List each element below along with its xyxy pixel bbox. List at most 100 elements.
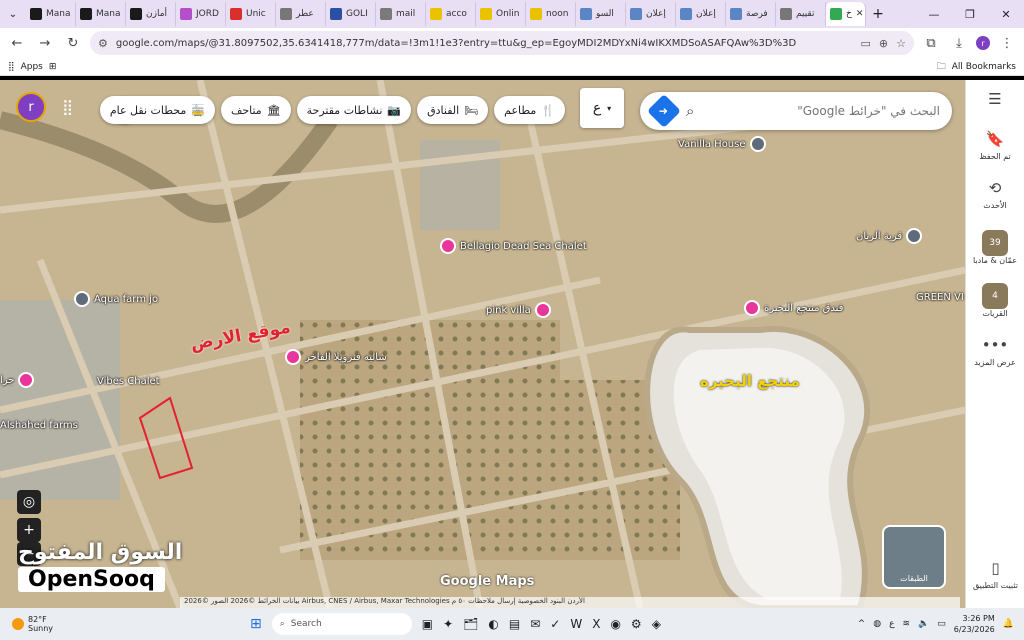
new-tab-button[interactable]: + [866, 6, 890, 22]
language-indicator[interactable]: ع [889, 619, 894, 629]
wifi-icon[interactable]: ≋ [902, 619, 910, 629]
place-jara[interactable]: جرا [0, 372, 35, 388]
volume-icon[interactable]: 🔈 [918, 619, 929, 629]
place-lake-resort-hotel[interactable]: فندق منتجع البحيرة [744, 300, 843, 316]
place-green-villa[interactable]: GREEN VI [916, 292, 964, 303]
chip-hotels[interactable]: 🛏 الفنادق [417, 96, 489, 124]
map-account-avatar[interactable]: r [16, 92, 46, 122]
place-venezuela-chalet[interactable]: شاليه فنزويلا الفاخر [285, 349, 387, 365]
file-explorer-icon[interactable]: 🗂 [463, 617, 478, 631]
chrome-icon[interactable]: ◉ [610, 617, 620, 631]
close-window-icon[interactable]: ✕ [988, 8, 1024, 21]
browser-tab[interactable]: السو [576, 2, 626, 26]
browser-tab[interactable]: إعلان [626, 2, 676, 26]
apps-grid-icon[interactable]: ⣿ [8, 62, 15, 72]
map-search-input[interactable] [704, 104, 940, 118]
browser-tab[interactable]: تقييم [776, 2, 826, 26]
browser-tab[interactable]: GOLI [326, 2, 376, 26]
apps-bookmark[interactable]: Apps [21, 62, 43, 72]
windows-start-icon[interactable]: ⊞ [250, 616, 262, 632]
browser-tab[interactable]: noon [526, 2, 576, 26]
tab-search-icon[interactable]: ⌄ [0, 0, 26, 28]
tab-list: Mana Mana أمازن JORD Unic عطر GOLI mail acco Onli… [26, 2, 866, 26]
download-icon[interactable]: ⤓ [948, 32, 970, 54]
directions-button[interactable]: ➜ [647, 94, 681, 128]
tray-overflow-icon[interactable]: ^ [858, 619, 866, 629]
clock[interactable]: 3:26 PM 6/23/2026 [954, 613, 995, 635]
tab-groups-icon[interactable]: ⊞ [49, 62, 57, 72]
browser-tab[interactable]: خ ✕ [826, 2, 866, 26]
language-dropdown[interactable]: ع ▾ [580, 88, 624, 128]
chip-transit[interactable]: 🚋 محطات نقل عام [99, 96, 215, 124]
profile-avatar[interactable]: r [976, 36, 990, 50]
site-info-icon[interactable]: ⚙ [98, 37, 108, 50]
cast-icon[interactable]: ▭ [861, 37, 871, 50]
todo-icon[interactable]: ✓ [550, 617, 560, 631]
place-pin-icon [440, 238, 456, 254]
place-bellagio-chalet[interactable]: Bellagio Dead Sea Chalet [440, 238, 587, 254]
rail-recent[interactable]: ⟲ الأحدث [966, 179, 1024, 210]
weather-widget[interactable]: 82°F Sunny [0, 615, 200, 633]
google-apps-icon[interactable]: ⣿ [62, 98, 73, 116]
store-icon[interactable]: ▤ [509, 617, 520, 631]
hamburger-icon: ☰ [988, 90, 1002, 108]
place-rayan-village[interactable]: قرية الريان [856, 228, 923, 244]
task-view-icon[interactable]: ▣ [422, 617, 433, 631]
tab-close-icon[interactable]: ✕ [856, 9, 864, 19]
back-icon[interactable]: ← [6, 32, 28, 54]
forward-icon[interactable]: → [34, 32, 56, 54]
tray-app-icon[interactable]: ◍ [873, 619, 881, 629]
place-pink-villa[interactable]: pink villa [486, 302, 551, 318]
chip-activities[interactable]: 📷 نشاطات مقترحة [296, 96, 412, 124]
rail-saved[interactable]: 🔖 تم الحفظ [966, 130, 1024, 161]
restore-icon[interactable]: ❐ [952, 8, 988, 21]
browser-tab[interactable]: acco [426, 2, 476, 26]
reload-icon[interactable]: ↻ [62, 32, 84, 54]
chip-restaurants[interactable]: 🍴 مطاعم [494, 96, 565, 124]
taskbar-search[interactable]: ⌕ Search [271, 613, 412, 635]
browser-tab[interactable]: Mana [76, 2, 126, 26]
install-app-button[interactable]: ▯ تثبيت التطبيق [966, 559, 1024, 590]
bookmark-star-icon[interactable]: ☆ [896, 37, 906, 50]
address-bar[interactable]: ⚙ google.com/maps/@31.8097502,35.6341418… [90, 31, 914, 55]
search-icon[interactable]: ⌕ [686, 102, 694, 120]
copilot-icon[interactable]: ✦ [443, 617, 453, 631]
place-aqua-farm[interactable]: Aqua farm jo [74, 291, 158, 307]
place-alshahed-farms[interactable]: Alshahed farms [0, 420, 78, 431]
battery-icon[interactable]: ▭ [937, 619, 946, 629]
browser-tab[interactable]: Mana [26, 2, 76, 26]
browser-tab[interactable]: عطر [276, 2, 326, 26]
chip-museums[interactable]: 🏛 متاحف [220, 96, 291, 124]
edge-icon[interactable]: ◐ [488, 617, 498, 631]
browser-tab[interactable]: mail [376, 2, 426, 26]
place-vibes-chalet[interactable]: Vibes Chalet [97, 376, 160, 387]
minimize-icon[interactable]: — [916, 8, 952, 21]
browser-tab[interactable]: إعلان [676, 2, 726, 26]
rail-amman-madaba[interactable]: 39 عمّان & مادبا [966, 230, 1024, 265]
browser-tab[interactable]: JORD [176, 2, 226, 26]
all-bookmarks[interactable]: All Bookmarks [952, 62, 1016, 72]
zoom-icon[interactable]: ⊕ [879, 37, 888, 50]
place-vanilla-house[interactable]: Vanilla House [678, 136, 766, 152]
rail-show-more[interactable]: ••• عرض المزيد [966, 336, 1024, 367]
browser-tab[interactable]: أمازن [126, 2, 176, 26]
rail-qurayyat[interactable]: 4 القريات [966, 283, 1024, 318]
excel-icon[interactable]: X [592, 617, 600, 631]
settings-icon[interactable]: ⚙ [631, 617, 642, 631]
rail-menu-button[interactable]: ☰ [966, 90, 1024, 112]
menu-icon[interactable]: ⋮ [996, 32, 1018, 54]
browser-tab[interactable]: فرصة [726, 2, 776, 26]
extensions-icon[interactable]: ⧉ [920, 32, 942, 54]
url-text[interactable]: google.com/maps/@31.8097502,35.6341418,7… [116, 38, 853, 49]
my-location-icon[interactable]: ◎ [17, 490, 41, 514]
satellite-map[interactable]: r ⣿ › 🍴مطاعم 🛏الفنادق 📷نشاطات مقترحة 🏛مت… [0, 80, 965, 608]
layers-button[interactable]: الطبقات [882, 525, 946, 589]
notification-bell-icon[interactable]: 🔔 [1003, 619, 1014, 629]
outlook-icon[interactable]: ✉ [530, 617, 540, 631]
word-icon[interactable]: W [570, 617, 582, 631]
app-icon[interactable]: ◈ [652, 617, 661, 631]
zoom-in-button[interactable]: + [17, 518, 41, 542]
browser-tab[interactable]: Unic [226, 2, 276, 26]
museum-icon: 🏛 [266, 103, 281, 117]
browser-tab[interactable]: Onlin [476, 2, 526, 26]
